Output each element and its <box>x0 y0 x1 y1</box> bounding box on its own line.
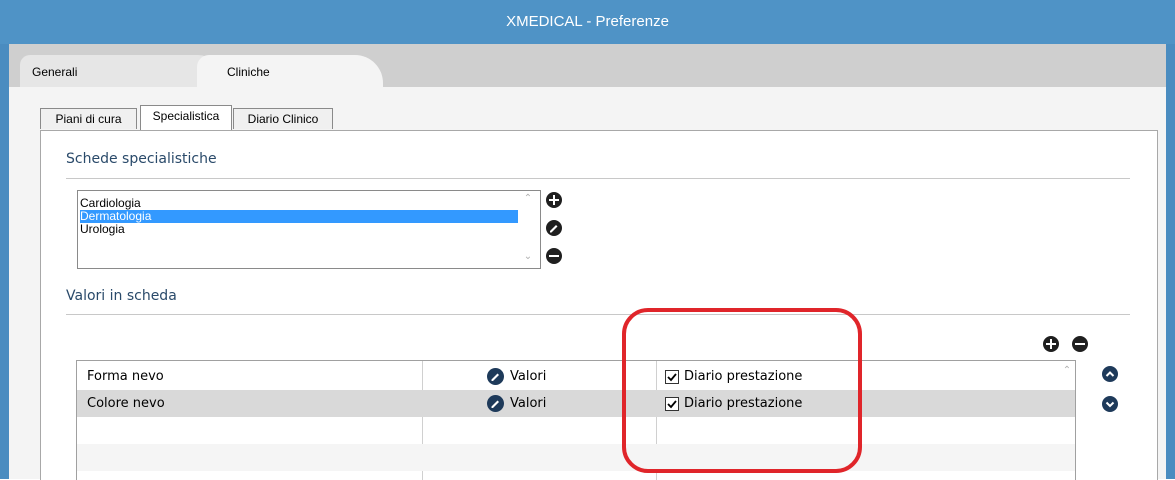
window-frame-right <box>1166 0 1175 479</box>
table-row[interactable] <box>77 417 1075 444</box>
schede-divider <box>66 178 1130 179</box>
add-valore-button[interactable] <box>1043 336 1059 352</box>
table-row[interactable]: Forma nevo Valori Diario prestazione <box>77 363 1075 390</box>
valori-title: Valori in scheda <box>66 288 177 304</box>
valori-grid: Forma nevo Valori Diario prestazione Col… <box>76 360 1076 480</box>
move-up-button[interactable] <box>1102 366 1118 382</box>
valori-link[interactable]: Valori <box>510 390 546 417</box>
chevron-up-icon <box>1105 371 1115 377</box>
subtab-piani-di-cura[interactable]: Piani di cura <box>40 108 137 129</box>
remove-scheda-button[interactable] <box>546 248 562 264</box>
tab-cliniche[interactable]: Cliniche <box>197 55 383 87</box>
edit-scheda-button[interactable] <box>546 220 562 236</box>
pencil-icon[interactable] <box>487 395 504 412</box>
chevron-down-icon <box>1105 401 1115 408</box>
list-item-dermatologia[interactable]: Dermatologia <box>80 210 518 223</box>
row-name: Colore nevo <box>87 396 165 411</box>
window-frame-left <box>0 0 9 479</box>
highlight-annotation <box>622 308 862 473</box>
row-name: Forma nevo <box>87 369 164 384</box>
add-scheda-button[interactable] <box>546 192 562 208</box>
schede-listbox[interactable]: Cardiologia Dermatologia Urologia ⌃ ⌄ <box>77 190 541 269</box>
pencil-icon <box>550 225 558 233</box>
subtab-specialistica[interactable]: Specialistica <box>140 105 232 130</box>
schede-title: Schede specialistiche <box>66 151 217 167</box>
valori-divider <box>66 314 1130 315</box>
scroll-down-icon[interactable]: ⌄ <box>522 251 534 262</box>
tab-generali[interactable]: Generali <box>20 55 220 87</box>
table-row[interactable] <box>77 444 1075 471</box>
subtab-diario-clinico[interactable]: Diario Clinico <box>233 108 333 129</box>
remove-valore-button[interactable] <box>1072 336 1088 352</box>
table-row[interactable]: Colore nevo Valori Diario prestazione <box>77 390 1075 417</box>
valori-link[interactable]: Valori <box>510 363 546 390</box>
move-down-button[interactable] <box>1102 396 1118 412</box>
scroll-up-icon[interactable]: ⌃ <box>1061 365 1073 376</box>
window-title: XMEDICAL - Preferenze <box>0 0 1175 44</box>
pencil-icon[interactable] <box>487 368 504 385</box>
scroll-up-icon[interactable]: ⌃ <box>522 193 534 204</box>
list-item-urologia[interactable]: Urologia <box>80 223 518 236</box>
